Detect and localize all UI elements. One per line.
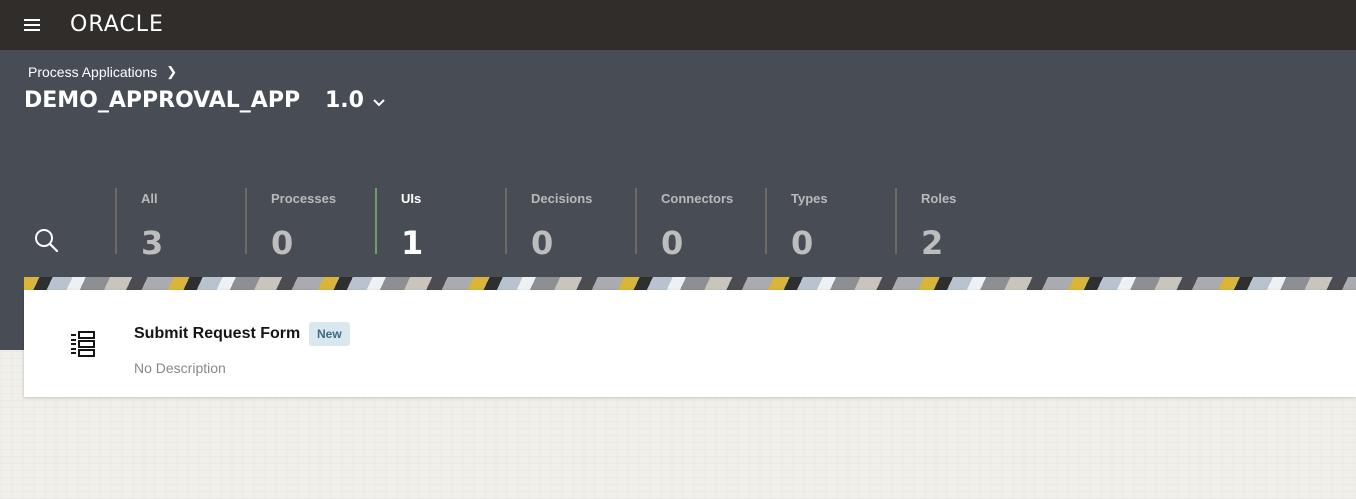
item-description: No Description bbox=[134, 360, 226, 376]
tab-count: 0 bbox=[791, 224, 814, 262]
tab-count: 0 bbox=[531, 224, 554, 262]
tab-label: Connectors bbox=[661, 191, 734, 206]
tab-roles[interactable]: Roles 2 bbox=[895, 188, 1025, 262]
item-title[interactable]: Submit Request Form bbox=[134, 325, 300, 343]
tab-count: 0 bbox=[661, 224, 684, 262]
oracle-logo: ORACLE bbox=[70, 12, 164, 37]
tab-all[interactable]: All 3 bbox=[115, 188, 245, 262]
page-title: DEMO_APPROVAL_APP bbox=[24, 88, 301, 113]
tab-count: 2 bbox=[921, 224, 944, 262]
tab-count: 0 bbox=[271, 224, 294, 262]
tab-connectors[interactable]: Connectors 0 bbox=[635, 188, 765, 262]
banner-pattern bbox=[24, 277, 1356, 290]
tab-label: Roles bbox=[921, 191, 957, 206]
form-list-icon bbox=[70, 330, 98, 358]
decorative-banner bbox=[24, 277, 1356, 290]
tab-processes[interactable]: Processes 0 bbox=[245, 188, 375, 262]
search-icon[interactable] bbox=[32, 226, 60, 254]
list-item[interactable]: Submit Request Form New No Description bbox=[24, 290, 1356, 397]
tab-types[interactable]: Types 0 bbox=[765, 188, 895, 262]
chevron-right-icon: ❯ bbox=[166, 64, 178, 79]
top-bar: ORACLE bbox=[0, 0, 1356, 50]
tab-label: Processes bbox=[271, 191, 337, 206]
tab-label: Decisions bbox=[531, 191, 593, 206]
version-selector[interactable]: 1.0 bbox=[325, 88, 386, 113]
version-label: 1.0 bbox=[325, 88, 364, 113]
breadcrumb-process-applications[interactable]: Process Applications bbox=[28, 64, 157, 80]
tab-label: All bbox=[141, 191, 158, 206]
tab-label: UIs bbox=[401, 191, 422, 206]
chevron-down-icon bbox=[373, 98, 385, 106]
tab-decisions[interactable]: Decisions 0 bbox=[505, 188, 635, 262]
tab-uis[interactable]: UIs 1 bbox=[375, 188, 505, 262]
breadcrumb[interactable]: Process Applications ❯ bbox=[28, 64, 177, 80]
status-badge: New bbox=[309, 322, 350, 346]
tab-count: 1 bbox=[401, 224, 424, 262]
tab-count: 3 bbox=[141, 224, 164, 262]
hamburger-menu-icon[interactable] bbox=[22, 17, 44, 33]
tab-label: Types bbox=[791, 191, 828, 206]
